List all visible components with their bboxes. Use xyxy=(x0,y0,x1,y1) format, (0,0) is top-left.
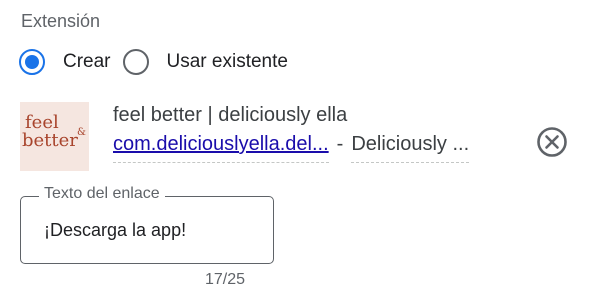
app-developer-name: Deliciously ... xyxy=(351,133,470,163)
link-text-input[interactable] xyxy=(44,220,264,241)
radio-create-label: Crear xyxy=(63,51,111,72)
link-text-field-label: Texto del enlace xyxy=(39,185,165,203)
close-circle-icon xyxy=(537,127,567,157)
radio-use-existing[interactable]: Usar existente xyxy=(122,49,288,75)
app-icon-text-better: better xyxy=(22,130,78,151)
radio-use-existing-indicator[interactable] xyxy=(122,49,149,75)
app-title: feel better | deliciously ella xyxy=(113,104,348,126)
app-details-separator: - xyxy=(336,133,344,155)
extension-radio-group: Crear Usar existente xyxy=(19,46,288,78)
remove-app-button[interactable] xyxy=(535,125,569,159)
app-icon: feel better & xyxy=(20,102,89,171)
radio-create[interactable]: Crear xyxy=(19,49,111,75)
radio-use-existing-label: Usar existente xyxy=(166,51,288,72)
radio-create-indicator[interactable] xyxy=(19,49,45,75)
character-counter: 17/25 xyxy=(205,271,246,288)
extension-section-label: Extensión xyxy=(21,11,101,31)
app-package-link[interactable]: com.deliciouslyella.del... xyxy=(113,133,329,163)
app-icon-text-ampersand: & xyxy=(77,127,86,138)
link-text-field[interactable]: Texto del enlace xyxy=(20,185,274,264)
app-details: com.deliciouslyella.del... - Deliciously… xyxy=(113,133,470,163)
